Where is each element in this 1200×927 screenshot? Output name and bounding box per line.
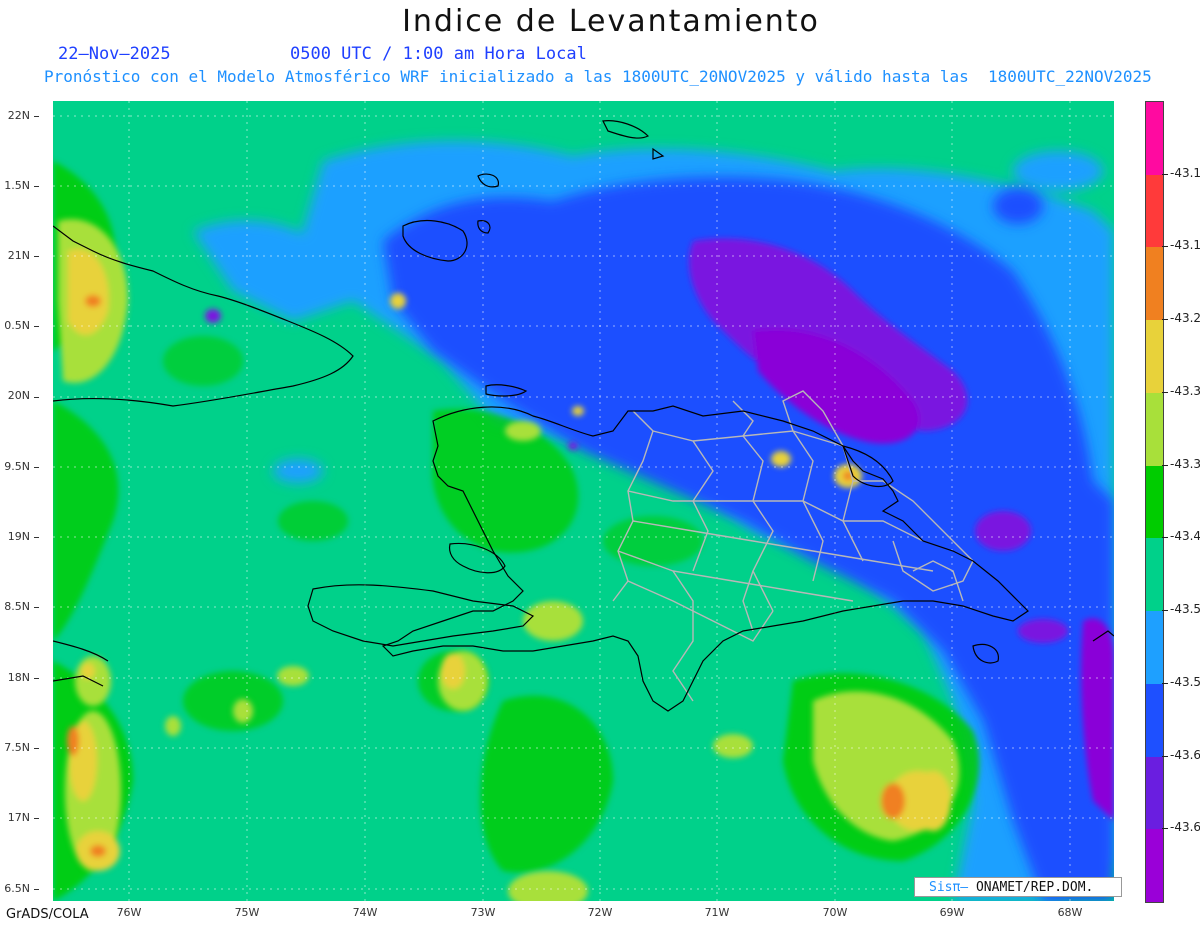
colorbar-segment xyxy=(1146,538,1163,612)
lat-label-18.5n: 8.5N xyxy=(4,600,30,613)
lat-label-19.5n: 9.5N xyxy=(4,460,30,473)
lat-tick xyxy=(34,397,39,398)
colorbar-segment xyxy=(1146,611,1163,685)
lat-tick xyxy=(34,116,39,117)
lat-label-20.5n: 0.5N xyxy=(4,319,30,332)
colorbar-tick xyxy=(1162,537,1168,539)
colorbar-tick xyxy=(1162,319,1168,321)
lat-tick xyxy=(34,678,39,679)
lon-label-68w: 68W xyxy=(1057,906,1083,919)
colorbar-segment xyxy=(1146,102,1163,175)
colorbar-tick xyxy=(1162,755,1168,757)
colorbar-label: -43.1 xyxy=(1170,165,1200,180)
colorbar-tick xyxy=(1162,173,1168,175)
forecast-time: 0500 UTC / 1:00 am Hora Local xyxy=(290,44,587,64)
lon-label-69w: 69W xyxy=(939,906,965,919)
lifted-index-map xyxy=(53,101,1114,901)
lat-label-21.5n: 1.5N xyxy=(4,179,30,192)
colorbar-segment xyxy=(1146,829,1163,903)
colorbar-label: -43.2 xyxy=(1170,311,1200,326)
lon-label-70w: 70W xyxy=(822,906,848,919)
lat-tick xyxy=(34,748,39,749)
lat-tick xyxy=(34,186,39,187)
colorbar-segment xyxy=(1146,247,1163,321)
colorbar-tick xyxy=(1162,682,1168,684)
map-title: Indice de Levantamiento xyxy=(402,4,820,39)
lon-label-73w: 73W xyxy=(470,906,496,919)
colorbar-tick xyxy=(1162,610,1168,612)
lat-label-20n: 20N xyxy=(7,389,30,402)
lat-tick xyxy=(34,537,39,538)
colorbar-tick xyxy=(1162,828,1168,830)
colorbar-tick xyxy=(1162,246,1168,248)
colorbar-segment xyxy=(1146,392,1163,466)
lon-label-74w: 74W xyxy=(352,906,378,919)
lon-label-71w: 71W xyxy=(704,906,730,919)
colorbar-segment xyxy=(1146,174,1163,248)
lat-label-17.5n: 7.5N xyxy=(4,741,30,754)
lat-label-17n: 17N xyxy=(7,811,30,824)
colorbar-label: -43.6 xyxy=(1170,747,1200,762)
colorbar-label: -43.1 xyxy=(1170,238,1200,253)
colorbar-segment xyxy=(1146,756,1163,830)
lat-label-22n: 22N xyxy=(7,109,30,122)
lat-label-19n: 19N xyxy=(7,530,30,543)
lat-label-21n: 21N xyxy=(7,249,30,262)
sispi-logo: Sisπ— xyxy=(929,880,969,895)
lat-tick xyxy=(34,467,39,468)
colorbar-segment xyxy=(1146,320,1163,394)
colorbar-segment xyxy=(1146,465,1163,539)
map-canvas xyxy=(53,101,1114,901)
colorbar-label: -43.6 xyxy=(1170,820,1200,835)
colorbar-segment xyxy=(1146,683,1163,757)
lat-tick xyxy=(34,256,39,257)
colorbar-label: -43.4 xyxy=(1170,529,1200,544)
colorbar-label: -43.3 xyxy=(1170,456,1200,471)
colorbar-tick xyxy=(1162,464,1168,466)
lat-tick xyxy=(34,818,39,819)
colorbar-tick xyxy=(1162,391,1168,393)
lat-tick xyxy=(34,607,39,608)
colorbar-label: -43.5 xyxy=(1170,602,1200,617)
lon-label-72w: 72W xyxy=(587,906,613,919)
lat-label-18n: 18N xyxy=(7,671,30,684)
colorbar xyxy=(1145,101,1164,903)
lat-tick xyxy=(34,326,39,327)
model-description: Pronóstico con el Modelo Atmosférico WRF… xyxy=(44,67,1152,86)
lon-label-76w: 76W xyxy=(116,906,142,919)
forecast-date: 22—Nov—2025 xyxy=(58,44,171,64)
credit-org: ONAMET/REP.DOM. xyxy=(968,880,1094,895)
lat-tick xyxy=(34,889,39,890)
colorbar-label: -43.3 xyxy=(1170,383,1200,398)
lon-label-75w: 75W xyxy=(234,906,260,919)
colorbar-label: -43.5 xyxy=(1170,674,1200,689)
lat-label-16.5n: 6.5N xyxy=(4,882,30,895)
software-credit: GrADS/COLA xyxy=(6,907,89,922)
credit-box: Sisπ— ONAMET/REP.DOM. xyxy=(914,877,1122,897)
